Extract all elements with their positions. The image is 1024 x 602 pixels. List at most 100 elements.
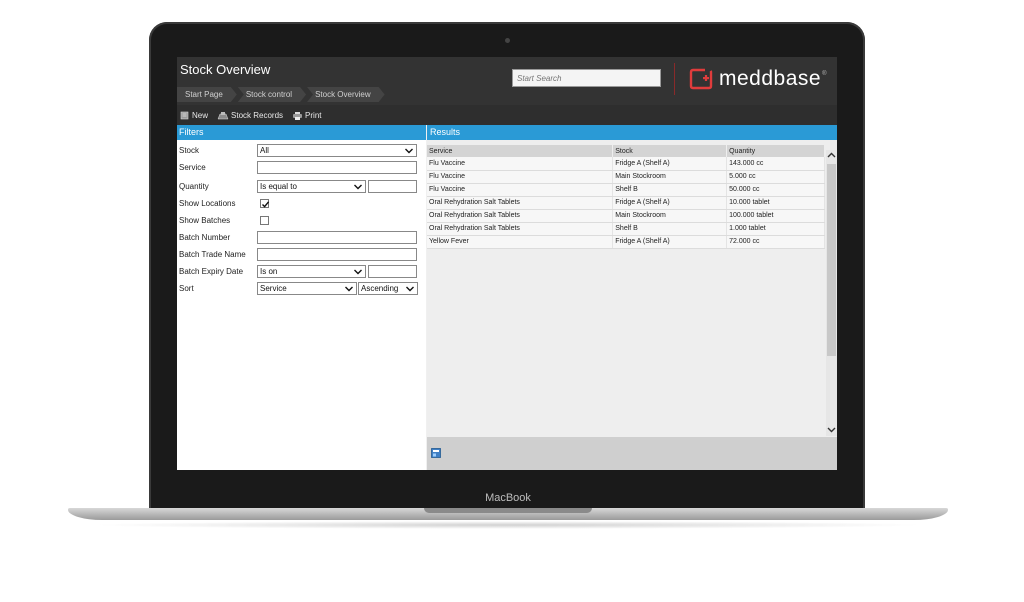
sort-field-value: Service bbox=[260, 284, 287, 293]
table-row[interactable]: Flu Vaccine Shelf B 50.000 cc bbox=[427, 183, 825, 197]
breadcrumb-stock-overview[interactable]: Stock Overview bbox=[307, 87, 385, 102]
results-header-row: Service Stock Quantity bbox=[427, 145, 825, 157]
batch-expiry-date-input[interactable] bbox=[368, 265, 417, 278]
app-screen: Stock Overview Start Page Stock control … bbox=[177, 57, 837, 470]
table-row[interactable]: Yellow Fever Fridge A (Shelf A) 72.000 c… bbox=[427, 235, 825, 249]
show-batches-label: Show Batches bbox=[179, 216, 231, 225]
export-icon[interactable] bbox=[431, 448, 441, 458]
print-button[interactable]: Print bbox=[292, 110, 322, 120]
sort-field-select[interactable]: Service bbox=[257, 282, 357, 295]
new-button[interactable]: New bbox=[180, 111, 208, 120]
filter-row-service: Service bbox=[179, 161, 424, 177]
breadcrumb: Start Page Stock control Stock Overview bbox=[177, 87, 386, 102]
new-icon bbox=[180, 111, 189, 119]
column-header-stock[interactable]: Stock bbox=[612, 145, 728, 157]
cell-quantity: 5.000 cc bbox=[726, 170, 825, 184]
sort-direction-value: Ascending bbox=[361, 284, 399, 293]
chevron-down-icon bbox=[345, 286, 353, 292]
filters-header: Filters bbox=[177, 125, 426, 140]
meddbase-logo: meddbase ® bbox=[689, 65, 827, 93]
stock-select-value: All bbox=[260, 146, 269, 155]
scrollbar-thumb[interactable] bbox=[827, 164, 836, 356]
cell-quantity: 10.000 tablet bbox=[726, 196, 825, 210]
column-header-quantity[interactable]: Quantity bbox=[726, 145, 825, 157]
cell-stock: Fridge A (Shelf A) bbox=[612, 157, 728, 171]
cell-service: Oral Rehydration Salt Tablets bbox=[427, 209, 614, 223]
stock-records-icon bbox=[217, 111, 229, 119]
cell-quantity: 100.000 tablet bbox=[726, 209, 825, 223]
cell-service: Yellow Fever bbox=[427, 235, 614, 249]
print-label: Print bbox=[305, 110, 322, 120]
chevron-down-icon bbox=[405, 148, 413, 154]
quantity-value-input[interactable] bbox=[368, 180, 417, 193]
breadcrumb-stock-control[interactable]: Stock control bbox=[238, 87, 306, 102]
show-locations-label: Show Locations bbox=[179, 199, 236, 208]
batch-trade-name-input[interactable] bbox=[257, 248, 417, 261]
results-panel: Service Stock Quantity Flu Vaccine Fridg… bbox=[427, 140, 837, 470]
print-icon bbox=[293, 111, 303, 120]
scroll-up-icon[interactable] bbox=[826, 150, 837, 161]
filter-row-sort: Sort Service Ascending bbox=[179, 282, 424, 298]
cell-stock: Main Stockroom bbox=[612, 209, 728, 223]
chevron-down-icon bbox=[354, 184, 362, 190]
header-divider bbox=[674, 63, 675, 95]
cell-service: Flu Vaccine bbox=[427, 170, 614, 184]
toolbar: New Stock Records Print bbox=[177, 105, 837, 125]
laptop-shadow bbox=[90, 521, 926, 529]
table-row[interactable]: Oral Rehydration Salt Tablets Shelf B 1.… bbox=[427, 222, 825, 236]
results-footer bbox=[427, 437, 837, 470]
quantity-operator-value: Is equal to bbox=[260, 182, 297, 191]
filter-row-show-locations: Show Locations bbox=[179, 197, 424, 213]
table-row[interactable]: Flu Vaccine Main Stockroom 5.000 cc bbox=[427, 170, 825, 184]
cell-quantity: 1.000 tablet bbox=[726, 222, 825, 236]
new-label: New bbox=[192, 110, 209, 120]
cell-service: Oral Rehydration Salt Tablets bbox=[427, 196, 614, 210]
page-title: Stock Overview bbox=[180, 62, 271, 77]
service-input[interactable] bbox=[257, 161, 417, 174]
app-header: Stock Overview Start Page Stock control … bbox=[177, 57, 837, 105]
cell-stock: Fridge A (Shelf A) bbox=[612, 196, 728, 210]
filter-row-stock: Stock All bbox=[179, 144, 424, 160]
results-table: Service Stock Quantity Flu Vaccine Fridg… bbox=[427, 145, 825, 249]
cell-stock: Main Stockroom bbox=[612, 170, 728, 184]
scroll-down-icon[interactable] bbox=[826, 424, 837, 435]
sort-label: Sort bbox=[179, 284, 194, 293]
table-row[interactable]: Oral Rehydration Salt Tablets Main Stock… bbox=[427, 209, 825, 223]
filter-row-show-batches: Show Batches bbox=[179, 214, 424, 230]
webcam bbox=[505, 38, 510, 43]
batch-trade-name-label: Batch Trade Name bbox=[179, 250, 246, 259]
filter-row-quantity: Quantity Is equal to bbox=[179, 180, 424, 196]
sort-direction-select[interactable]: Ascending bbox=[358, 282, 418, 295]
breadcrumb-start-page[interactable]: Start Page bbox=[177, 87, 237, 102]
logo-mark-icon bbox=[689, 68, 713, 90]
cell-quantity: 50.000 cc bbox=[726, 183, 825, 197]
batch-number-label: Batch Number bbox=[179, 233, 231, 242]
device-brand-label: MacBook bbox=[485, 492, 531, 504]
results-scrollbar[interactable] bbox=[826, 150, 837, 436]
show-locations-checkbox[interactable] bbox=[260, 199, 270, 208]
cell-quantity: 143.000 cc bbox=[726, 157, 825, 171]
batch-expiry-operator-select[interactable]: Is on bbox=[257, 265, 366, 278]
column-header-service[interactable]: Service bbox=[427, 145, 614, 157]
filter-row-batch-number: Batch Number bbox=[179, 231, 424, 247]
batch-expiry-date-label: Batch Expiry Date bbox=[179, 267, 244, 276]
show-batches-checkbox[interactable] bbox=[260, 216, 269, 225]
chevron-down-icon bbox=[406, 286, 414, 292]
search-input[interactable] bbox=[512, 69, 661, 87]
chevron-down-icon bbox=[354, 269, 362, 275]
table-row[interactable]: Oral Rehydration Salt Tablets Fridge A (… bbox=[427, 196, 825, 210]
batch-expiry-operator-value: Is on bbox=[260, 267, 278, 276]
table-row[interactable]: Flu Vaccine Fridge A (Shelf A) 143.000 c… bbox=[427, 157, 825, 171]
cell-service: Flu Vaccine bbox=[427, 157, 614, 171]
stock-records-button[interactable]: Stock Records bbox=[217, 111, 283, 120]
laptop-notch bbox=[424, 508, 592, 513]
service-label: Service bbox=[179, 163, 206, 172]
stock-records-label: Stock Records bbox=[231, 110, 284, 120]
stock-label: Stock bbox=[179, 146, 200, 155]
stock-select[interactable]: All bbox=[257, 144, 417, 157]
quantity-label: Quantity bbox=[179, 182, 209, 191]
filter-row-batch-expiry-date: Batch Expiry Date Is on bbox=[179, 265, 424, 281]
quantity-operator-select[interactable]: Is equal to bbox=[257, 180, 366, 193]
batch-number-input[interactable] bbox=[257, 231, 417, 244]
filters-panel: Stock All Service Quantity Is equal to S… bbox=[177, 140, 426, 470]
